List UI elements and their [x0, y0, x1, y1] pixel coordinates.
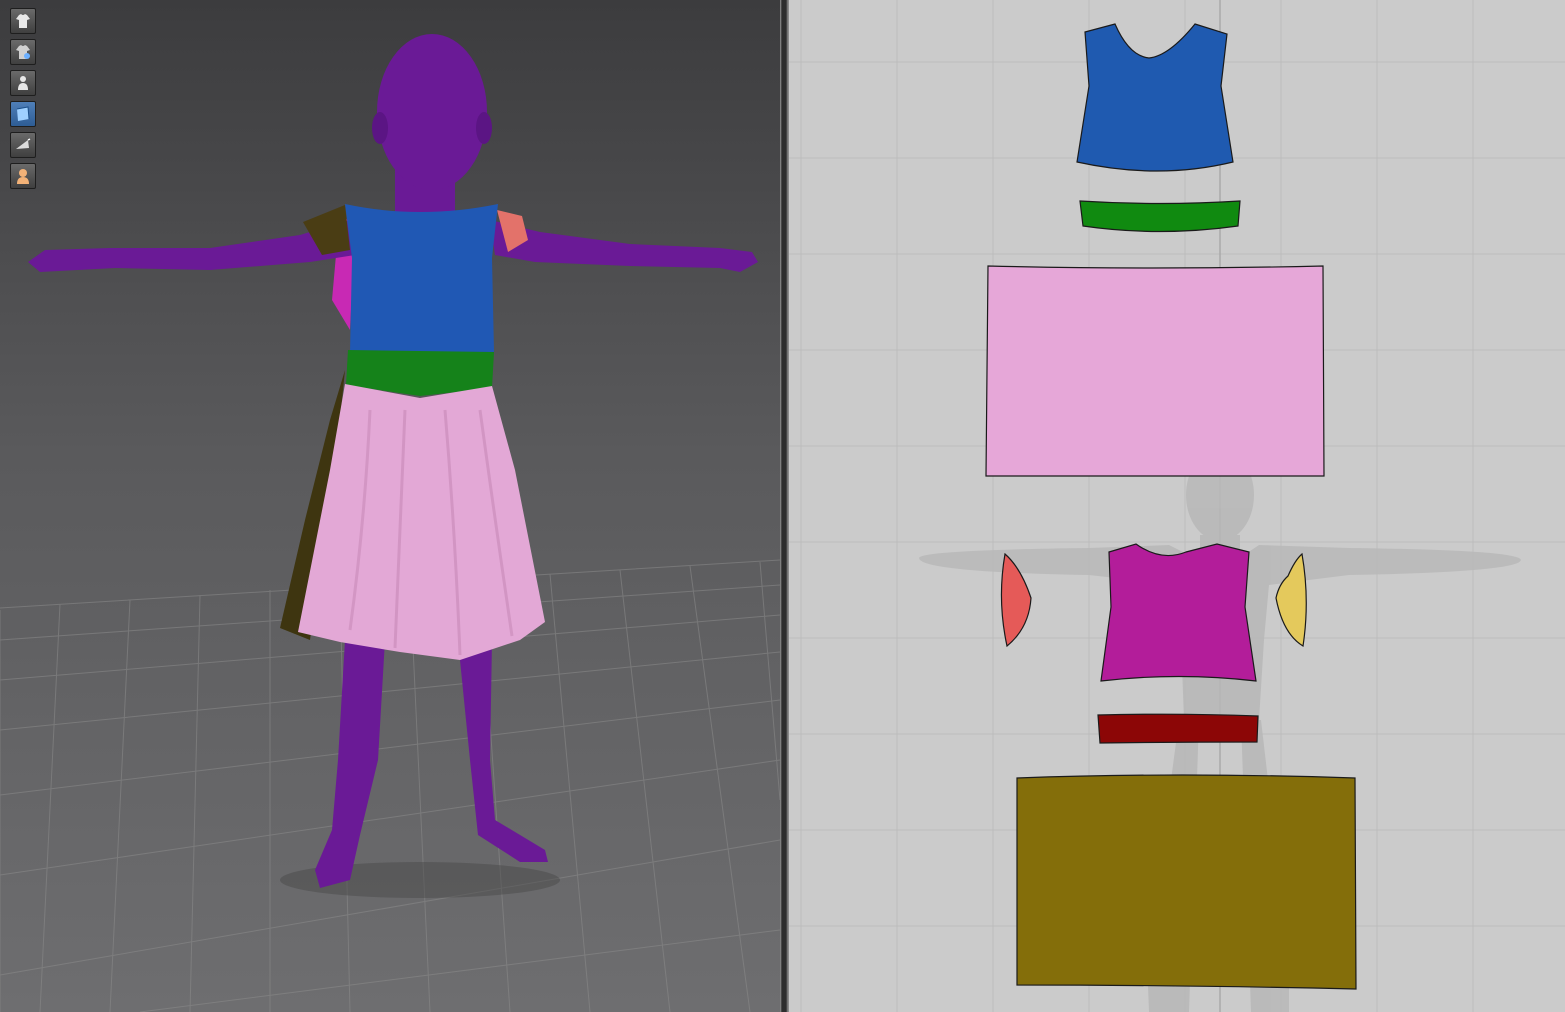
garment-select-button[interactable]: [10, 39, 36, 65]
avatar-icon: [18, 76, 28, 90]
2d-pattern-window[interactable]: [789, 0, 1565, 1012]
viewport-toolbar: [10, 8, 36, 194]
avatar-leg-left: [315, 640, 385, 888]
3d-scene: [0, 34, 780, 1012]
skin-avatar-button[interactable]: [10, 163, 36, 189]
avatar-leg-right: [458, 640, 548, 862]
pattern-bodice-front: [1076, 23, 1234, 172]
garment-show-icon: [16, 14, 30, 28]
avatar-head: [377, 34, 487, 190]
pattern-waistband-front: [1079, 200, 1241, 233]
pattern-bodice-back: [1100, 543, 1257, 682]
texture-icon: [16, 106, 30, 121]
pattern-canvas: [789, 0, 1565, 1012]
pattern-skirt-front: [985, 265, 1325, 477]
avatar-arm-right: [490, 220, 758, 272]
avatar-bodice-front: [345, 204, 498, 352]
skin-avatar-icon: [17, 169, 29, 184]
avatar-arm-left: [28, 220, 355, 272]
garment-show-button[interactable]: [10, 8, 36, 34]
fold-arrangement-icon: [16, 138, 31, 149]
fold-arrangement-button[interactable]: [10, 132, 36, 158]
texture-button[interactable]: [10, 101, 36, 127]
avatar-button[interactable]: [10, 70, 36, 96]
pattern-skirt-back: [1016, 774, 1357, 990]
3d-viewport[interactable]: [0, 0, 780, 1012]
pattern-waistband-back: [1097, 713, 1259, 744]
view-splitter[interactable]: [780, 0, 789, 1012]
garment-select-icon: [16, 45, 30, 59]
